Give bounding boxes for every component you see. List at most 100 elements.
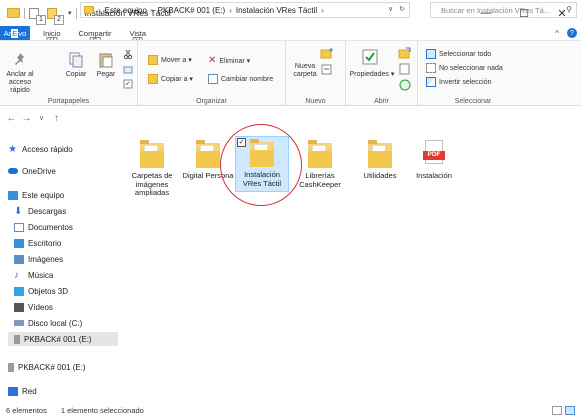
nav-label: Objetos 3D [28,286,69,296]
nav-label: Disco local (C:) [28,318,83,328]
invert-selection-icon [426,77,436,87]
back-arrow-icon[interactable]: ← [4,113,19,124]
nav-item-imagenes[interactable]: Imágenes [14,252,63,266]
file-list: Carpetas de imágenes ampliadas Digital P… [121,130,581,400]
search-icon[interactable]: ⚲ [566,5,572,14]
breadcrumb-current[interactable]: Instalación VRes Táctil [236,6,317,15]
invert-selection-button[interactable]: Invertir selección [426,77,492,87]
breadcrumb-chevron-icon[interactable]: › [229,6,232,15]
nav-item-descargas[interactable]: ⬇ Descargas [14,204,66,218]
details-view-icon[interactable] [552,406,562,415]
nav-item-musica[interactable]: ♪ Música [14,268,53,282]
nav-item-escritorio[interactable]: Escritorio [14,236,61,250]
nav-label: Imágenes [28,254,64,264]
copy-to-button[interactable]: Copiar a ▾ [148,74,193,84]
history-icon[interactable] [398,79,412,91]
recent-dropdown-icon[interactable]: ∨ [34,114,49,122]
properties-check-icon [362,49,378,65]
move-folder-icon [148,55,158,65]
breadcrumb-chevron-icon[interactable]: › [321,6,324,15]
forward-arrow-icon[interactable]: → [19,113,34,124]
delete-button[interactable]: ✕ Eliminar ▾ [208,55,250,66]
edit-icon[interactable] [398,63,412,75]
new-folder-quick-icon[interactable]: 2 [47,7,64,25]
group-label: Nuevo [305,98,326,105]
selection-checkbox[interactable]: ✓ [237,138,246,147]
copy-path-icon[interactable] [123,65,133,75]
refresh-icon[interactable]: ↻ [399,5,405,13]
properties-quick-icon[interactable]: 1 [29,7,46,25]
select-none-button[interactable]: No seleccionar nada [426,63,503,73]
tab-compartir[interactable]: Compartir S [70,26,121,47]
usb-drive-icon [8,362,14,372]
nav-item-pkback[interactable]: PKBACK# 001 (E:) [8,360,86,374]
move-to-button[interactable]: Mover a ▾ [148,55,192,65]
large-icons-view-icon[interactable] [565,406,575,415]
pin-quick-access-button[interactable]: Anclar al acceso rápido [4,51,36,95]
tab-vista[interactable]: Vista V [120,26,155,47]
nav-item-red[interactable]: Red [8,384,37,398]
paste-icon [99,53,113,68]
nav-item-disco-local[interactable]: Disco local (C:) [14,316,82,330]
paste-button[interactable]: Pegar [92,51,120,79]
group-label: Abrir [374,98,389,105]
nav-item-documentos[interactable]: Documentos [14,220,73,234]
nav-label: Documentos [28,222,73,232]
breadcrumb-drive[interactable]: PKBACK# 001 (E:) [158,6,226,15]
tab-file-label-pre: Ar [3,28,12,38]
file-item-folder[interactable]: Digital Persona [181,140,235,181]
folder-icon [140,140,164,168]
nav-label: Red [22,386,37,396]
nav-label: PKBACK# 001 (E:) [18,362,86,372]
easy-access-icon[interactable] [320,63,334,75]
item-count: 6 elementos [6,406,47,415]
up-arrow-icon[interactable]: ↑ [49,113,64,124]
nav-item-pkback-selected[interactable]: PKBACK# 001 (E:) [8,332,118,346]
star-icon: ★ [8,143,17,155]
folder-icon [308,140,332,168]
address-dropdown-icon[interactable]: ∨ [388,5,393,13]
select-all-icon [426,49,436,59]
delete-x-icon: ✕ [208,55,217,66]
drive-icon [14,320,24,326]
new-folder-button[interactable]: Nueva carpeta [288,63,322,79]
file-name: Instalación [416,171,452,180]
nav-label: PKBACK# 001 (E:) [24,334,92,344]
file-name: Utilidades [363,171,397,180]
help-icon[interactable]: ? [567,28,577,38]
file-item-folder[interactable]: Carpetas de imágenes ampliadas [125,140,179,198]
copy-button[interactable]: Copiar [62,51,90,79]
file-item-folder-selected[interactable]: ✓ Instalación VRes Táctil [235,136,289,192]
customize-dropdown-icon[interactable]: ▾ [68,9,72,17]
tab-inicio[interactable]: Inicio H [34,26,70,47]
paste-shortcut-icon[interactable] [123,79,133,89]
address-bar[interactable]: › Este equipo › PKBACK# 001 (E:) › Insta… [80,2,410,18]
folder-icon [7,8,20,18]
open-icon[interactable] [398,47,412,59]
copy-icon [69,52,83,68]
properties-button[interactable]: Propiedades ▾ [348,71,396,79]
nav-item-onedrive[interactable]: OneDrive [8,164,56,178]
cut-icon[interactable] [123,49,133,59]
nav-label: Descargas [28,206,67,216]
group-abrir: Propiedades ▾ Abrir [346,41,418,107]
keytip-1: 1 [36,14,46,25]
select-all-button[interactable]: Seleccionar todo [426,49,491,59]
nav-item-objetos-3d[interactable]: Objetos 3D [14,284,68,298]
file-item-folder[interactable]: Utilidades [353,140,407,181]
breadcrumb-chevron-icon[interactable]: › [98,6,101,15]
tab-file[interactable]: Ar Evo [0,26,30,40]
rename-button[interactable]: Cambiar nombre [208,74,273,84]
nav-label: OneDrive [22,166,56,176]
file-item-folder[interactable]: Librerías CashKeeper [293,140,347,189]
search-input[interactable]: Buscar en Instalación VRes Tá... ⚲ [430,2,577,18]
pdf-icon: PDF [423,140,445,164]
breadcrumb-chevron-icon[interactable]: › [151,6,154,15]
collapse-ribbon-icon[interactable]: ^ [555,29,559,38]
new-item-icon[interactable] [320,47,334,59]
nav-item-videos[interactable]: Vídeos [14,300,53,314]
breadcrumb-este-equipo[interactable]: Este equipo [105,6,147,15]
nav-item-acceso-rapido[interactable]: ★ Acceso rápido [8,142,73,156]
file-item-pdf[interactable]: PDF Instalación [407,140,461,181]
nav-item-este-equipo[interactable]: Este equipo [8,188,64,202]
